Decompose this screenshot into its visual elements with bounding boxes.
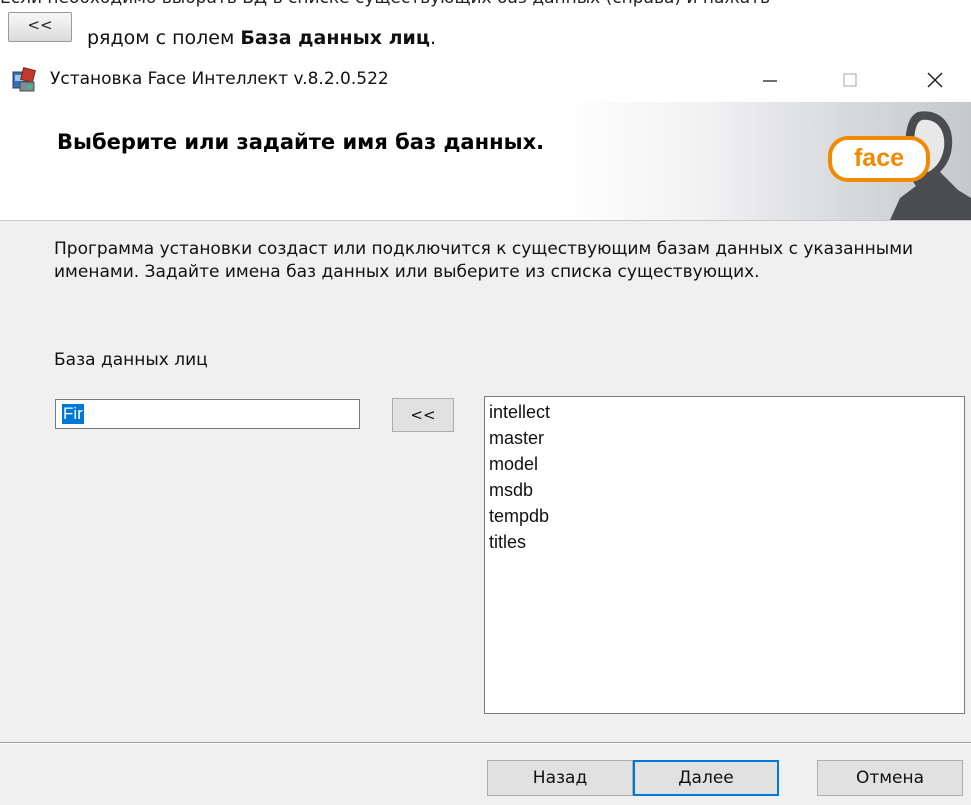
doc-cut-text: Если необходимо выбрать БД в списке суще… — [0, 0, 770, 8]
databases-list[interactable]: intellect master model msdb tempdb title… — [484, 396, 965, 714]
installer-window: Установка Face Интеллект v.8.2.0.522 fac… — [0, 58, 971, 805]
list-item[interactable]: tempdb — [489, 503, 964, 529]
footer-divider — [0, 742, 971, 744]
page-title: Выберите или задайте имя баз данных. — [57, 130, 545, 154]
close-icon — [927, 72, 943, 88]
minimize-icon — [763, 80, 777, 82]
close-button[interactable] — [905, 58, 965, 102]
list-item[interactable]: intellect — [489, 399, 964, 425]
list-item[interactable]: titles — [489, 529, 964, 555]
face-db-input-value: Fir — [62, 404, 84, 424]
doc-instruction-line: рядом с полем База данных лиц. — [87, 27, 436, 49]
db-label: База данных лиц — [54, 350, 208, 370]
header-banner: face Выберите или задайте имя баз данных… — [0, 102, 971, 221]
doc-snippet: Если необходимо выбрать БД в списке суще… — [0, 0, 971, 58]
doc-line-suffix: . — [429, 27, 436, 49]
back-button[interactable]: Назад — [487, 760, 633, 796]
face-logo: face — [828, 136, 930, 182]
list-item[interactable]: master — [489, 425, 964, 451]
doc-line-prefix: рядом с полем — [87, 27, 241, 49]
window-title: Установка Face Интеллект v.8.2.0.522 — [50, 69, 389, 89]
title-bar[interactable]: Установка Face Интеллект v.8.2.0.522 — [0, 58, 971, 102]
list-item[interactable]: model — [489, 451, 964, 477]
description-text: Программа установки создаст или подключи… — [54, 239, 914, 282]
minimize-button[interactable] — [740, 58, 800, 102]
select-db-button[interactable]: << — [392, 398, 454, 432]
doc-line-bold: База данных лиц — [240, 27, 430, 49]
next-button[interactable]: Далее — [633, 760, 779, 796]
installer-icon — [12, 67, 36, 92]
face-db-input[interactable]: Fir — [55, 399, 360, 429]
maximize-button[interactable] — [820, 58, 880, 102]
doc-inline-button-image: << — [8, 12, 72, 42]
maximize-icon — [843, 73, 857, 87]
cancel-button[interactable]: Отмена — [817, 760, 963, 796]
list-item[interactable]: msdb — [489, 477, 964, 503]
